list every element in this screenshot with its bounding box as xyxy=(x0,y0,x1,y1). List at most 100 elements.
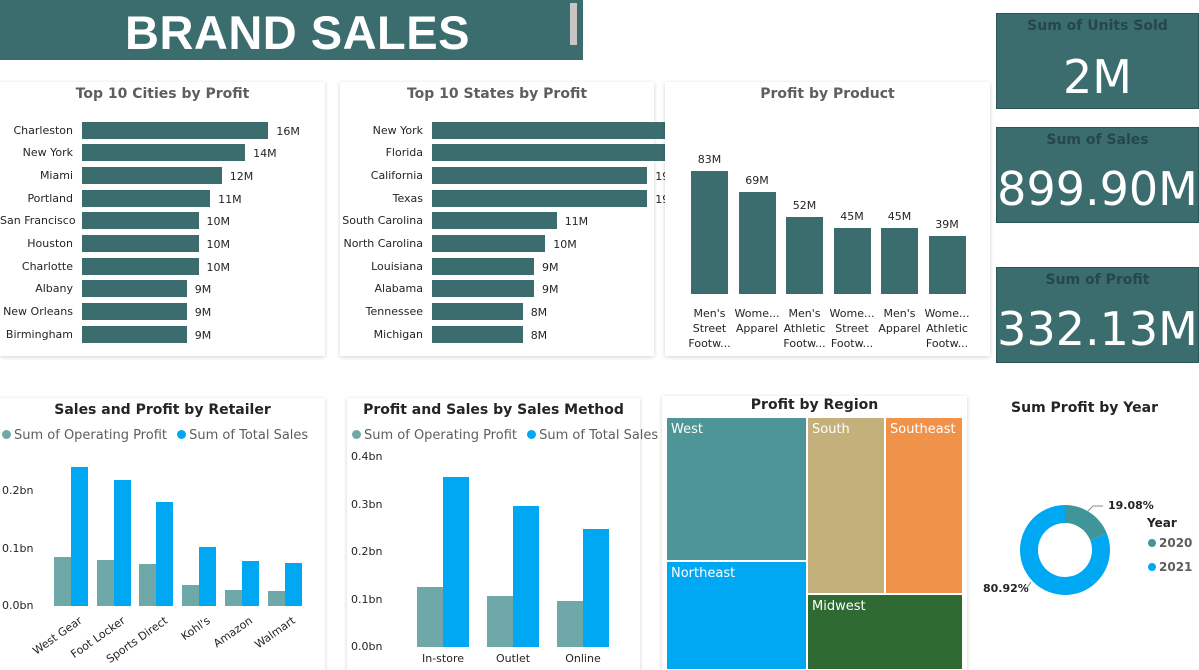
data-label: 10M xyxy=(206,260,231,274)
data-label: 11M xyxy=(218,192,242,206)
chart-title: Profit by Region xyxy=(750,397,879,413)
y-tick-label: 0.0bn xyxy=(2,599,34,612)
bar-total-sales[interactable] xyxy=(113,480,131,606)
y-tick-label: 0.0bn xyxy=(351,640,383,653)
category-label-line: Apparel xyxy=(878,322,921,335)
bar-operating-profit[interactable] xyxy=(54,557,71,606)
bar[interactable] xyxy=(432,121,693,139)
treemap-tile-southeast[interactable]: Southeast xyxy=(885,417,963,594)
bar-operating-profit[interactable] xyxy=(139,563,157,606)
bar[interactable] xyxy=(928,236,966,294)
kpi-label: Sum of Profit xyxy=(1045,272,1150,288)
chart-title: Sales and Profit by Retailer xyxy=(54,402,271,418)
bar[interactable] xyxy=(82,303,187,321)
kpi-value: 899.90M xyxy=(997,162,1198,216)
category-label-line: Men's xyxy=(788,307,821,320)
legend-item-operating-profit[interactable]: Sum of Operating Profit xyxy=(352,428,517,443)
bar[interactable] xyxy=(432,257,534,275)
bar[interactable] xyxy=(432,280,534,298)
bar-operating-profit[interactable] xyxy=(224,589,242,606)
data-label: 10M xyxy=(553,238,577,251)
kpi-label: Sum of Sales xyxy=(1046,132,1149,148)
profit-by-year-donut[interactable]: Sum Profit by Year Year 2020 2021 19.08%… xyxy=(975,396,1199,670)
top-states-chart[interactable]: Top 10 States by Profit New York23MFlori… xyxy=(340,82,724,356)
bar[interactable] xyxy=(82,189,211,207)
bar[interactable] xyxy=(82,144,246,162)
category-label: California xyxy=(370,168,423,182)
bar[interactable] xyxy=(881,227,918,294)
bar[interactable] xyxy=(786,217,823,294)
bar[interactable] xyxy=(432,235,546,252)
data-label: 9M xyxy=(194,283,212,297)
bar[interactable] xyxy=(82,235,199,252)
legend-item-operating-profit[interactable]: Sum of Operating Profit xyxy=(2,428,167,443)
treemap-tile-west[interactable]: West xyxy=(666,417,807,561)
category-label-line: Athletic xyxy=(926,322,968,335)
treemap-tile-northeast[interactable]: Northeast xyxy=(666,561,807,670)
bar-total-sales[interactable] xyxy=(513,506,539,647)
bar[interactable] xyxy=(432,325,523,343)
y-tick-label: 0.2bn xyxy=(2,484,34,498)
bar-operating-profit[interactable] xyxy=(487,596,513,647)
category-label: Online xyxy=(565,652,601,665)
scroll-handle[interactable] xyxy=(570,3,577,45)
bar-operating-profit[interactable] xyxy=(417,586,443,647)
kpi-card-profit[interactable]: Sum of Profit 332.13M xyxy=(996,267,1199,363)
legend-item-total-sales[interactable]: Sum of Total Sales xyxy=(177,428,308,443)
kpi-card-sales[interactable]: Sum of Sales 899.90M xyxy=(996,127,1199,223)
bar-total-sales[interactable] xyxy=(199,547,217,606)
bar-operating-profit[interactable] xyxy=(182,585,200,606)
bar-total-sales[interactable] xyxy=(71,466,88,606)
bar[interactable] xyxy=(82,257,199,275)
bar[interactable] xyxy=(82,325,187,343)
category-label: Wome... Apparel xyxy=(732,306,782,336)
bar-total-sales[interactable] xyxy=(583,529,609,647)
bar-total-sales[interactable] xyxy=(156,501,174,606)
legend-swatch xyxy=(2,430,11,439)
bar-total-sales[interactable] xyxy=(284,562,302,606)
data-label: 8M xyxy=(530,328,548,342)
bar-operating-profit[interactable] xyxy=(557,601,583,647)
bar[interactable] xyxy=(833,227,871,294)
treemap-tile-midwest[interactable]: Midwest xyxy=(807,594,963,670)
bar[interactable] xyxy=(691,171,728,294)
category-label: New Orleans xyxy=(3,305,73,319)
legend-swatch xyxy=(177,430,187,439)
bar[interactable] xyxy=(738,192,776,294)
data-label: 9M xyxy=(542,260,559,274)
bar[interactable] xyxy=(82,280,187,298)
bar[interactable] xyxy=(432,303,523,321)
kpi-card-units-sold[interactable]: Sum of Units Sold 2M xyxy=(996,13,1199,109)
leader-line xyxy=(1086,505,1103,513)
retailer-chart[interactable]: Sales and Profit by Retailer Sum of Oper… xyxy=(0,398,325,670)
bar[interactable] xyxy=(82,166,222,184)
category-label: Outlet xyxy=(495,652,531,665)
bar[interactable] xyxy=(432,144,670,162)
bar-operating-profit[interactable] xyxy=(96,560,114,606)
bar-total-sales[interactable] xyxy=(241,561,259,606)
profit-by-product-chart[interactable]: Profit by Product 83M Men's Street Footw...… xyxy=(665,82,990,356)
donut-slice-2020[interactable] xyxy=(1065,505,1107,541)
category-label: Wome... Athletic Footw... xyxy=(922,306,972,351)
bar[interactable] xyxy=(82,212,199,230)
category-label: Kohl's xyxy=(178,614,213,644)
tile-label: Midwest xyxy=(812,599,866,614)
category-label-line: Footw... xyxy=(830,337,874,350)
treemap-tile-south[interactable]: South xyxy=(807,417,885,594)
sales-method-chart[interactable]: Profit and Sales by Sales Method Sum of … xyxy=(347,398,658,670)
top-cities-chart[interactable]: Top 10 Cities by Profit Charleston 16M New… xyxy=(0,82,325,356)
bar-operating-profit[interactable] xyxy=(267,591,285,606)
bar[interactable] xyxy=(432,189,648,207)
category-label: In-store xyxy=(421,652,464,665)
category-label-line: Wome... xyxy=(924,307,970,320)
legend-item-total-sales[interactable]: Sum of Total Sales xyxy=(527,428,658,443)
bar[interactable] xyxy=(82,121,269,139)
profit-by-region-treemap[interactable]: Profit by Region West Northeast South So… xyxy=(662,396,967,670)
bar-total-sales[interactable] xyxy=(443,477,469,647)
category-label-line: Apparel xyxy=(735,322,779,335)
category-label-line: Footw... xyxy=(925,337,969,350)
category-label: Florida xyxy=(385,146,423,160)
data-label: 11M xyxy=(564,215,589,229)
bar[interactable] xyxy=(432,166,648,184)
bar[interactable] xyxy=(432,212,557,230)
